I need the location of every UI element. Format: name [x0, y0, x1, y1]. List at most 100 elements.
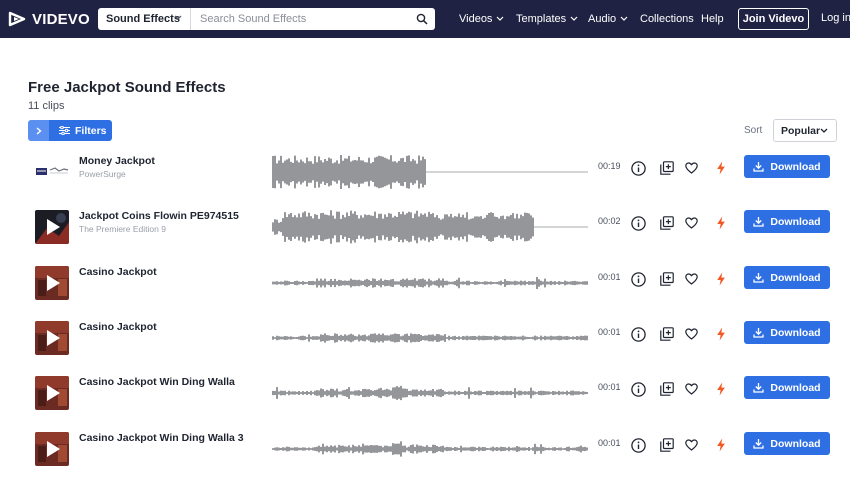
track-thumbnail-play[interactable]: [35, 432, 69, 466]
add-to-collection-button[interactable]: [659, 381, 675, 397]
download-button[interactable]: Download: [744, 210, 830, 233]
quick-action-button[interactable]: [713, 271, 729, 287]
download-button[interactable]: Download: [744, 376, 830, 399]
nav-help[interactable]: Help: [701, 0, 724, 38]
nav-collections[interactable]: Collections: [640, 0, 694, 38]
chevron-down-icon: [820, 128, 828, 133]
info-button[interactable]: [630, 381, 646, 397]
track-row: Casino Jackpot Win Ding Walla 00:01 Down…: [0, 365, 850, 420]
chevron-down-icon: [570, 16, 578, 21]
waveform[interactable]: [272, 209, 588, 245]
search-type-label: Sound Effects: [106, 13, 180, 25]
track-duration: 00:01: [598, 382, 621, 392]
quick-action-button[interactable]: [713, 381, 729, 397]
track-duration: 00:02: [598, 216, 621, 226]
download-icon: [753, 217, 765, 227]
track-title[interactable]: Jackpot Coins Flowin PE974515: [79, 210, 239, 222]
favorite-button[interactable]: [683, 326, 699, 342]
search-type-select[interactable]: Sound Effects: [98, 8, 191, 30]
favorite-button[interactable]: [683, 437, 699, 453]
track-row: Casino Jackpot 00:01 Download: [0, 255, 850, 310]
bolt-icon: [717, 382, 725, 396]
download-button[interactable]: Download: [744, 155, 830, 178]
chevron-down-icon: [497, 16, 504, 21]
favorite-button[interactable]: [683, 381, 699, 397]
quick-action-button[interactable]: [713, 437, 729, 453]
track-thumbnail-play[interactable]: [35, 266, 69, 300]
chevron-down-icon: [174, 15, 182, 20]
filters-label: Filters: [75, 124, 107, 137]
info-icon: [630, 160, 646, 176]
favorite-button[interactable]: [683, 215, 699, 231]
track-row: Casino Jackpot 00:01 Download: [0, 310, 850, 365]
quick-action-button[interactable]: [713, 326, 729, 342]
track-thumbnail-play[interactable]: [35, 321, 69, 355]
bolt-icon: [717, 438, 725, 452]
info-button[interactable]: [630, 437, 646, 453]
search-button[interactable]: [409, 8, 435, 30]
download-button[interactable]: Download: [744, 321, 830, 344]
info-button[interactable]: [630, 326, 646, 342]
download-icon: [753, 439, 765, 449]
add-to-collection-button[interactable]: [659, 437, 675, 453]
join-videvo-button[interactable]: Join Videvo: [738, 8, 809, 30]
info-button[interactable]: [630, 271, 646, 287]
waveform[interactable]: [272, 431, 588, 467]
info-button[interactable]: [630, 160, 646, 176]
track-thumbnail-play[interactable]: [35, 376, 69, 410]
nav-help-label: Help: [701, 13, 724, 25]
info-icon: [630, 215, 646, 231]
waveform[interactable]: [272, 154, 588, 190]
download-label: Download: [770, 160, 821, 173]
track-author[interactable]: The Premiere Edition 9: [79, 224, 166, 234]
login-link[interactable]: Log in: [821, 12, 850, 24]
add-to-collection-button[interactable]: [659, 271, 675, 287]
nav-templates[interactable]: Templates: [516, 0, 578, 38]
heart-icon: [684, 439, 698, 451]
track-row: Jackpot Coins Flowin PE974515 The Premie…: [0, 199, 850, 254]
nav-videos[interactable]: Videos: [459, 0, 504, 38]
top-navigation-bar: VIDEVO Sound Effects Videos Templates Au…: [0, 0, 850, 38]
favorite-button[interactable]: [683, 160, 699, 176]
videvo-logo-icon: [8, 11, 26, 27]
info-button[interactable]: [630, 215, 646, 231]
heart-icon: [684, 273, 698, 285]
search-input[interactable]: [191, 8, 409, 30]
track-title[interactable]: Casino Jackpot: [79, 321, 157, 333]
info-icon: [630, 326, 646, 342]
track-thumbnail-play[interactable]: [35, 155, 69, 189]
info-icon: [630, 381, 646, 397]
waveform[interactable]: [272, 320, 588, 356]
quick-action-button[interactable]: [713, 215, 729, 231]
track-row: Casino Jackpot Win Ding Walla 3 00:01 Do…: [0, 421, 850, 476]
download-label: Download: [770, 271, 821, 284]
download-icon: [753, 273, 765, 283]
waveform[interactable]: [272, 265, 588, 301]
videvo-logo[interactable]: VIDEVO: [8, 9, 90, 29]
track-title[interactable]: Money Jackpot: [79, 155, 155, 167]
add-to-collection-button[interactable]: [659, 160, 675, 176]
nav-audio[interactable]: Audio: [588, 0, 628, 38]
waveform[interactable]: [272, 375, 588, 411]
add-to-collection-button[interactable]: [659, 215, 675, 231]
play-icon: [35, 210, 69, 244]
sort-select[interactable]: Popular: [773, 119, 837, 142]
track-title[interactable]: Casino Jackpot Win Ding Walla: [79, 376, 235, 388]
track-thumbnail-play[interactable]: [35, 210, 69, 244]
download-label: Download: [770, 381, 821, 394]
filters-button[interactable]: Filters: [49, 120, 112, 141]
download-button[interactable]: Download: [744, 432, 830, 455]
track-duration: 00:01: [598, 327, 621, 337]
filter-panel-toggle[interactable]: [28, 120, 49, 141]
clip-count: 11 clips: [28, 100, 65, 112]
quick-action-button[interactable]: [713, 160, 729, 176]
download-label: Download: [770, 326, 821, 339]
page-title: Free Jackpot Sound Effects: [28, 79, 226, 96]
track-title[interactable]: Casino Jackpot: [79, 266, 157, 278]
track-title[interactable]: Casino Jackpot Win Ding Walla 3: [79, 432, 244, 444]
download-button[interactable]: Download: [744, 266, 830, 289]
track-author[interactable]: PowerSurge: [79, 169, 126, 179]
add-to-collection-button[interactable]: [659, 326, 675, 342]
add-to-collection-icon: [660, 438, 674, 452]
favorite-button[interactable]: [683, 271, 699, 287]
